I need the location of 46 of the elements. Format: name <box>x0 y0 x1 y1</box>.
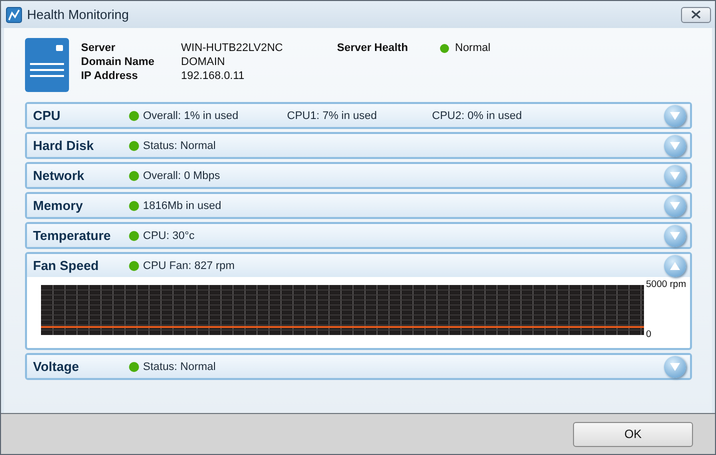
expand-button[interactable] <box>664 224 686 246</box>
expand-button[interactable] <box>664 134 686 156</box>
close-icon <box>691 10 701 19</box>
field-value: WIN-HUTB22LV2NC <box>181 42 284 54</box>
section-title: Hard Disk <box>33 138 95 153</box>
window-title: Health Monitoring <box>27 7 130 22</box>
collapse-button[interactable] <box>664 254 686 276</box>
field-label: IP Address <box>81 70 139 82</box>
section-reading: CPU2: 0% in used <box>432 110 522 122</box>
section-reading: Status: Normal <box>143 140 216 152</box>
section-title: Memory <box>33 198 84 213</box>
axis-label: 0 <box>646 329 652 340</box>
app-icon <box>6 6 22 22</box>
section-title: Temperature <box>33 228 112 243</box>
expand-button[interactable] <box>664 356 686 378</box>
field-label: Server <box>81 42 116 54</box>
section-reading: CPU Fan: 827 rpm <box>143 260 235 272</box>
expand-button[interactable] <box>664 194 686 216</box>
section-reading: 1816Mb in used <box>143 200 222 212</box>
triangle-up-icon <box>669 260 681 270</box>
triangle-down-icon <box>669 170 681 180</box>
triangle-down-icon <box>669 110 681 120</box>
section-title: Voltage <box>33 359 80 374</box>
expand-button[interactable] <box>664 104 686 126</box>
section-reading: CPU1: 7% in used <box>287 110 377 122</box>
section-reading: Overall: 1% in used <box>143 110 238 122</box>
server-icon <box>25 38 69 92</box>
section-reading: CPU: 30°c <box>143 230 194 242</box>
section-title: CPU <box>33 108 62 123</box>
triangle-down-icon <box>669 230 681 240</box>
field-label: Domain Name <box>81 56 156 68</box>
axis-label: 5000 rpm <box>646 279 686 290</box>
section-reading: Overall: 0 Mbps <box>143 170 220 182</box>
triangle-down-icon <box>669 140 681 150</box>
section-title: Network <box>33 168 86 183</box>
field-value: DOMAIN <box>181 56 226 68</box>
triangle-down-icon <box>669 200 681 210</box>
ok-button[interactable]: OK <box>573 422 693 446</box>
section-title: Fan Speed <box>33 258 100 273</box>
close-button[interactable] <box>681 6 711 22</box>
field-value: 192.168.0.11 <box>181 70 246 82</box>
section-reading: Status: Normal <box>143 360 216 372</box>
field-value: Normal <box>455 42 490 54</box>
expand-button[interactable] <box>664 164 686 186</box>
field-label: Server Health <box>337 42 409 54</box>
triangle-down-icon <box>669 362 681 372</box>
